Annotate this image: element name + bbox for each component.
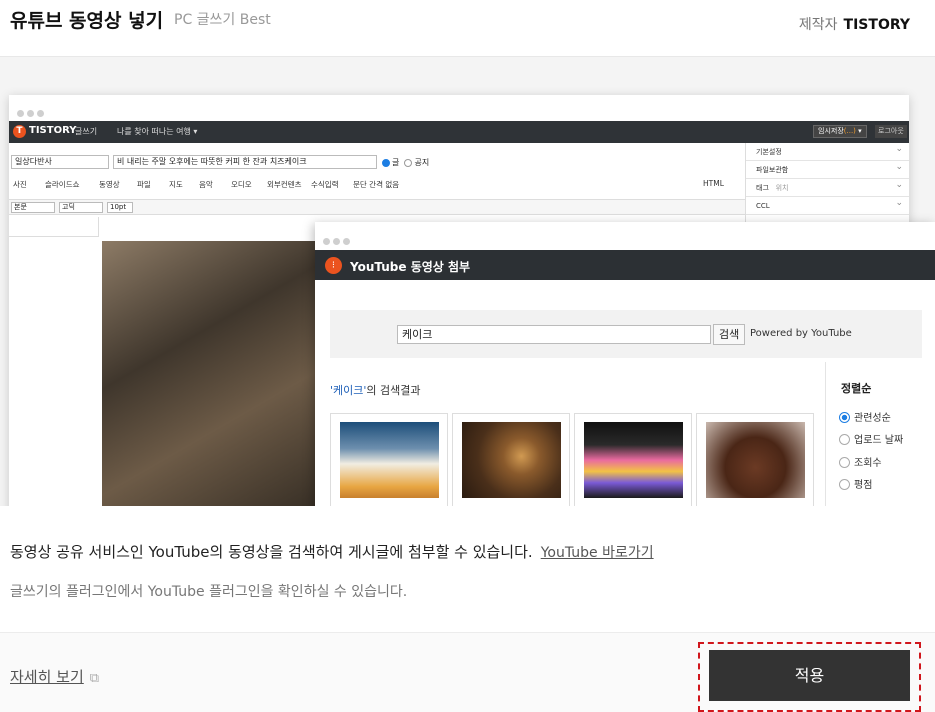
maker-info: 제작자 TISTORY	[799, 14, 910, 34]
post-title: 비 내리는 주말 오후에는 따뜻한 커피 한 잔과 치즈케이크	[113, 155, 377, 169]
powered-by: Powered by YouTube	[750, 328, 852, 339]
maker-name: TISTORY	[843, 17, 910, 33]
more-link[interactable]: 자세히 보기 ⧉	[10, 666, 99, 687]
description-line-2: 글쓰기의 플러그인에서 YouTube 플러그인을 확인하실 수 있습니다.	[10, 584, 408, 600]
youtube-link[interactable]: YouTube 바로가기	[541, 545, 654, 561]
video-thumbnail	[452, 413, 570, 506]
maker-label: 제작자	[798, 17, 838, 33]
editor-title-row: 일상다반사 비 내리는 주말 오후에는 따뜻한 커피 한 잔과 치즈케이크 글 …	[9, 151, 745, 173]
plugin-header: 유튜브 동영상 넣기 PC 글쓰기 Best 제작자 TISTORY	[0, 0, 935, 57]
preview-image: T TISTORY 글쓰기 나를 찾아 떠나는 여행 ▾ 임시저장(...) ▾…	[0, 57, 935, 506]
radio-icon	[839, 456, 850, 468]
modal-search-button: 검색	[713, 324, 746, 345]
logout: 로그아웃	[875, 125, 907, 138]
attach-toolbar: 사진 슬라이드쇼 동영상 파일 지도 음악 오디오 외부컨텐츠 수식입력 문단 …	[13, 179, 724, 189]
save-draft: 임시저장(...) ▾	[813, 125, 867, 138]
editor-logo-text: TISTORY	[29, 125, 77, 136]
apply-highlight: 적용	[698, 642, 921, 712]
sort-option: 조회수	[839, 454, 882, 469]
tistory-logo-icon: ⁝	[325, 257, 342, 274]
modal-title: YouTube 동영상 첨부	[350, 260, 471, 274]
window-dots	[17, 102, 47, 121]
style-select: 본문	[11, 202, 55, 213]
search-result-title: '케이크'의 검색결과	[330, 384, 421, 397]
modal-header: ⁝ YouTube 동영상 첨부	[315, 250, 935, 280]
external-link-icon: ⧉	[89, 671, 100, 686]
category-select: 일상다반사	[11, 155, 109, 169]
radio-icon	[404, 158, 413, 167]
editor-mode: 글쓰기	[75, 127, 98, 136]
radio-icon	[839, 433, 850, 445]
window-dots	[323, 230, 353, 249]
youtube-modal: ⁝ YouTube 동영상 첨부 케이크 검색 Powered by YouTu…	[315, 222, 935, 506]
video-thumbnail	[330, 413, 448, 506]
sort-option: 평점	[839, 476, 872, 491]
radio-selected-icon	[839, 411, 850, 423]
sort-option: 관련성순	[839, 409, 891, 424]
size-select: 10pt	[107, 202, 133, 213]
tistory-logo-icon: T	[13, 125, 26, 138]
description-line-1: 동영상 공유 서비스인 YouTube의 동영상을 검색하여 게시글에 첨부할 …	[10, 543, 654, 561]
footer-bar: 자세히 보기 ⧉ 적용	[0, 632, 935, 712]
editor-ruler	[9, 217, 99, 237]
font-select: 고딕	[59, 202, 103, 213]
video-thumbnail	[696, 413, 814, 506]
modal-search-area: 케이크 검색 Powered by YouTube	[330, 310, 922, 358]
radio-icon	[839, 478, 850, 490]
editor-topbar: T TISTORY 글쓰기 나를 찾아 떠나는 여행 ▾ 임시저장(...) ▾…	[9, 121, 909, 143]
sort-option: 업로드 날짜	[839, 431, 903, 446]
visibility-options: 글 공지	[382, 157, 429, 168]
plugin-title: 유튜브 동영상 넣기	[10, 10, 164, 32]
radio-icon	[382, 158, 390, 167]
sort-panel: 정렬순 관련성순 업로드 날짜 조회수 평점	[825, 362, 935, 506]
format-toolbar: 본문 고딕 10pt	[9, 199, 745, 215]
sort-title: 정렬순	[841, 382, 872, 395]
blog-menu: 나를 찾아 떠나는 여행 ▾	[117, 127, 198, 136]
plugin-subtitle: PC 글쓰기 Best	[174, 12, 271, 28]
modal-search-input: 케이크	[397, 325, 711, 344]
video-thumbnail	[574, 413, 692, 506]
apply-button[interactable]: 적용	[709, 650, 910, 701]
